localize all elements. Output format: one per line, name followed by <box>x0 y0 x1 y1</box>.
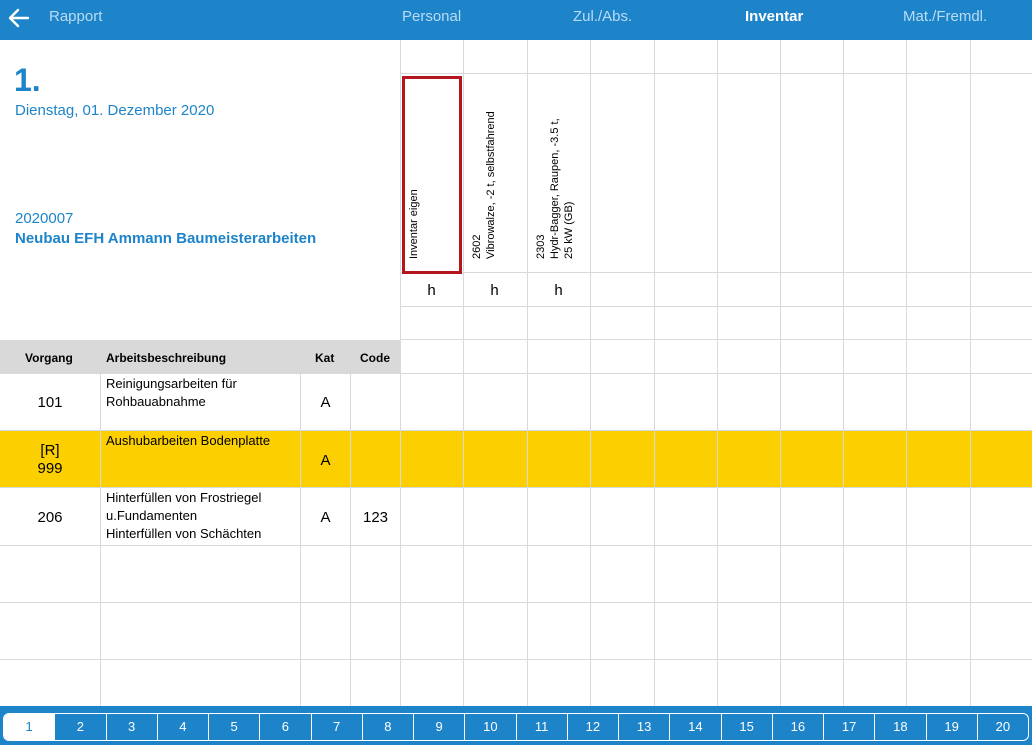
page-button[interactable]: 3 <box>107 714 158 740</box>
description-line: Hinterfüllen von Frostriegel <box>106 490 262 505</box>
vorgang-line: 999 <box>37 460 63 477</box>
report-date: Dienstag, 01. Dezember 2020 <box>15 102 215 119</box>
column-header-line: 25 kW (GB) <box>563 201 575 259</box>
page-button[interactable]: 12 <box>568 714 619 740</box>
inventory-grid: Inventar eigen 2602 Vibrowalze, -2 t, se… <box>400 40 1032 706</box>
header-kat: Kat <box>315 351 335 365</box>
page-button[interactable]: 17 <box>824 714 876 740</box>
page-button[interactable]: 5 <box>209 714 261 740</box>
unit-label: h <box>554 282 563 299</box>
page-button[interactable]: 7 <box>312 714 363 740</box>
page-button[interactable]: 15 <box>722 714 773 740</box>
description-cell: Reinigungsarbeiten für Rohbauabnahme <box>106 375 296 411</box>
page-button[interactable]: 4 <box>158 714 209 740</box>
tab-mat-fremdl[interactable]: Mat./Fremdl. <box>903 8 987 25</box>
page-button[interactable]: 19 <box>927 714 978 740</box>
inventory-column-header[interactable]: 2303 Hydr-Bagger, Raupen, -3.5 t, 25 kW … <box>527 74 590 272</box>
description-cell: Aushubarbeiten Bodenplatte <box>106 432 296 450</box>
header-vorgang: Vorgang <box>25 351 73 365</box>
page-button[interactable]: 9 <box>414 714 466 740</box>
tab-zul-abs[interactable]: Zul./Abs. <box>573 8 632 25</box>
column-header-line: 2602 <box>471 234 483 259</box>
description-line: u.Fundamenten <box>106 508 198 523</box>
kat-cell: A <box>320 509 331 526</box>
pager-segments: 1 2 3 4 5 6 7 8 9 10 11 12 13 14 15 16 1… <box>3 713 1029 741</box>
back-button-label[interactable]: Rapport <box>49 8 102 25</box>
top-navigation-bar: Rapport Personal Zul./Abs. Inventar Mat.… <box>0 0 1032 40</box>
code-cell: 123 <box>362 509 389 526</box>
column-header-line: Inventar eigen <box>408 189 420 259</box>
page-button[interactable]: 14 <box>670 714 722 740</box>
header-code: Code <box>360 351 390 365</box>
page-button[interactable]: 16 <box>773 714 824 740</box>
description-line: Hinterfüllen von Schächten <box>106 526 262 541</box>
inventory-column-header[interactable]: 2602 Vibrowalze, -2 t, selbstfahrend <box>463 74 526 272</box>
page-button[interactable]: 10 <box>465 714 517 740</box>
tab-personal[interactable]: Personal <box>402 8 461 25</box>
inventory-column-header-selected[interactable]: Inventar eigen <box>400 74 463 274</box>
unit-label: h <box>427 282 436 299</box>
description-line: Reinigungsarbeiten für <box>106 376 237 391</box>
column-header-line: 2303 <box>535 234 547 259</box>
header-arbeitsbeschreibung: Arbeitsbeschreibung <box>106 351 227 365</box>
description-line: Aushubarbeiten Bodenplatte <box>106 433 271 448</box>
column-header-line: Hydr-Bagger, Raupen, -3.5 t, <box>549 118 561 259</box>
page-button[interactable]: 6 <box>260 714 312 740</box>
page-button[interactable]: 1 <box>4 714 56 740</box>
kat-cell: A <box>320 452 331 469</box>
page-button[interactable]: 20 <box>978 714 1028 740</box>
vorgang-cell: [R] 999 <box>0 442 100 478</box>
tab-inventar[interactable]: Inventar <box>745 8 803 25</box>
day-number: 1. <box>14 62 41 98</box>
page-button[interactable]: 8 <box>363 714 414 740</box>
unit-label: h <box>490 282 499 299</box>
page-button[interactable]: 13 <box>619 714 671 740</box>
kat-cell: A <box>320 394 331 411</box>
day-pager: 1 2 3 4 5 6 7 8 9 10 11 12 13 14 15 16 1… <box>0 706 1032 745</box>
vorgang-cell: 206 <box>37 509 63 526</box>
page-button[interactable]: 18 <box>875 714 927 740</box>
description-line: Rohbauabnahme <box>106 394 206 409</box>
column-header-line: Vibrowalze, -2 t, selbstfahrend <box>485 111 497 259</box>
project-name: Neubau EFH Ammann Baumeisterarbeiten <box>15 230 317 247</box>
vorgang-cell: 101 <box>37 394 63 411</box>
page-button[interactable]: 2 <box>55 714 107 740</box>
page-button[interactable]: 11 <box>517 714 568 740</box>
arrow-left-icon[interactable] <box>7 6 31 30</box>
project-number: 2020007 <box>15 210 74 227</box>
description-cell: Hinterfüllen von Frostriegel u.Fundament… <box>106 489 296 543</box>
table-header: Vorgang Arbeitsbeschreibung Kat Code <box>0 340 400 374</box>
vorgang-line: [R] <box>40 442 60 459</box>
